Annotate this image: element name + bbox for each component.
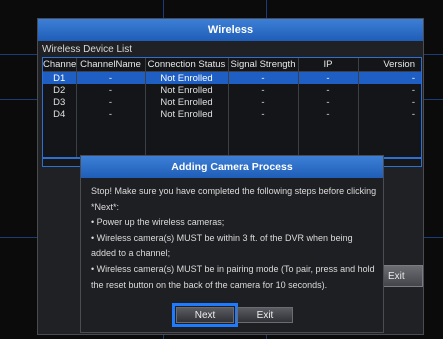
cell-signal-strength: -: [228, 71, 299, 84]
table-row[interactable]: D4 - Not Enrolled - - -: [43, 108, 421, 120]
dialog-title: Adding Camera Process: [81, 156, 383, 178]
cell-channel: D4: [43, 108, 77, 120]
next-button[interactable]: Next: [172, 303, 238, 327]
cell-ip: -: [298, 84, 359, 96]
dialog-step: • Wireless camera(s) MUST be within 3 ft…: [91, 232, 353, 259]
adding-camera-dialog: Adding Camera Process Stop! Make sure yo…: [80, 155, 384, 333]
cell-channel-name: -: [76, 108, 146, 120]
cell-channel: D3: [43, 96, 77, 108]
table-header: Channel ChannelName Connection Status Si…: [43, 58, 421, 72]
dialog-step: • Power up the wireless cameras;: [91, 217, 225, 228]
cell-version: -: [358, 71, 421, 84]
cell-channel: D1: [43, 71, 77, 84]
cell-signal-strength: -: [228, 96, 299, 108]
table-row[interactable]: D3 - Not Enrolled - - -: [43, 96, 421, 108]
cell-ip: -: [298, 96, 359, 108]
cell-connection-status: Not Enrolled: [145, 96, 229, 108]
dialog-step: • Wireless camera(s) MUST be in pairing …: [91, 263, 375, 290]
table-row[interactable]: D1 - Not Enrolled - - -: [43, 71, 421, 84]
cell-version: -: [411, 96, 415, 108]
cell-channel: D2: [43, 84, 77, 96]
cell-signal-strength: -: [228, 84, 299, 96]
col-header-channel[interactable]: Channel: [43, 58, 77, 72]
device-table: Channel ChannelName Connection Status Si…: [42, 57, 422, 158]
col-header-channel-name[interactable]: ChannelName: [76, 58, 146, 72]
cell-connection-status: Not Enrolled: [145, 108, 229, 120]
col-header-signal-strength[interactable]: Signal Strength: [228, 58, 299, 72]
col-header-version[interactable]: Version: [358, 58, 421, 72]
window-title: Wireless: [38, 19, 423, 41]
cell-channel-name: -: [76, 84, 146, 96]
cell-ip: -: [298, 108, 359, 120]
table-empty-area: [43, 120, 421, 157]
cell-ip: -: [298, 71, 359, 84]
cell-signal-strength: -: [228, 108, 299, 120]
dialog-body: Stop! Make sure you have completed the f…: [91, 184, 377, 293]
background-exit-button[interactable]: Exit: [383, 265, 423, 287]
cell-connection-status: Not Enrolled: [145, 71, 229, 84]
cell-channel-name: -: [76, 71, 146, 84]
cell-channel-name: -: [76, 96, 146, 108]
cell-version: -: [411, 108, 415, 120]
cell-connection-status: Not Enrolled: [145, 84, 229, 96]
dialog-intro: Stop! Make sure you have completed the f…: [91, 186, 377, 212]
cell-version: -: [411, 84, 415, 96]
col-header-ip[interactable]: IP: [298, 58, 359, 72]
exit-button[interactable]: Exit: [237, 307, 293, 323]
device-list-label: Wireless Device List: [42, 44, 133, 55]
table-row[interactable]: D2 - Not Enrolled - - -: [43, 84, 421, 96]
col-header-connection-status[interactable]: Connection Status: [145, 58, 229, 72]
